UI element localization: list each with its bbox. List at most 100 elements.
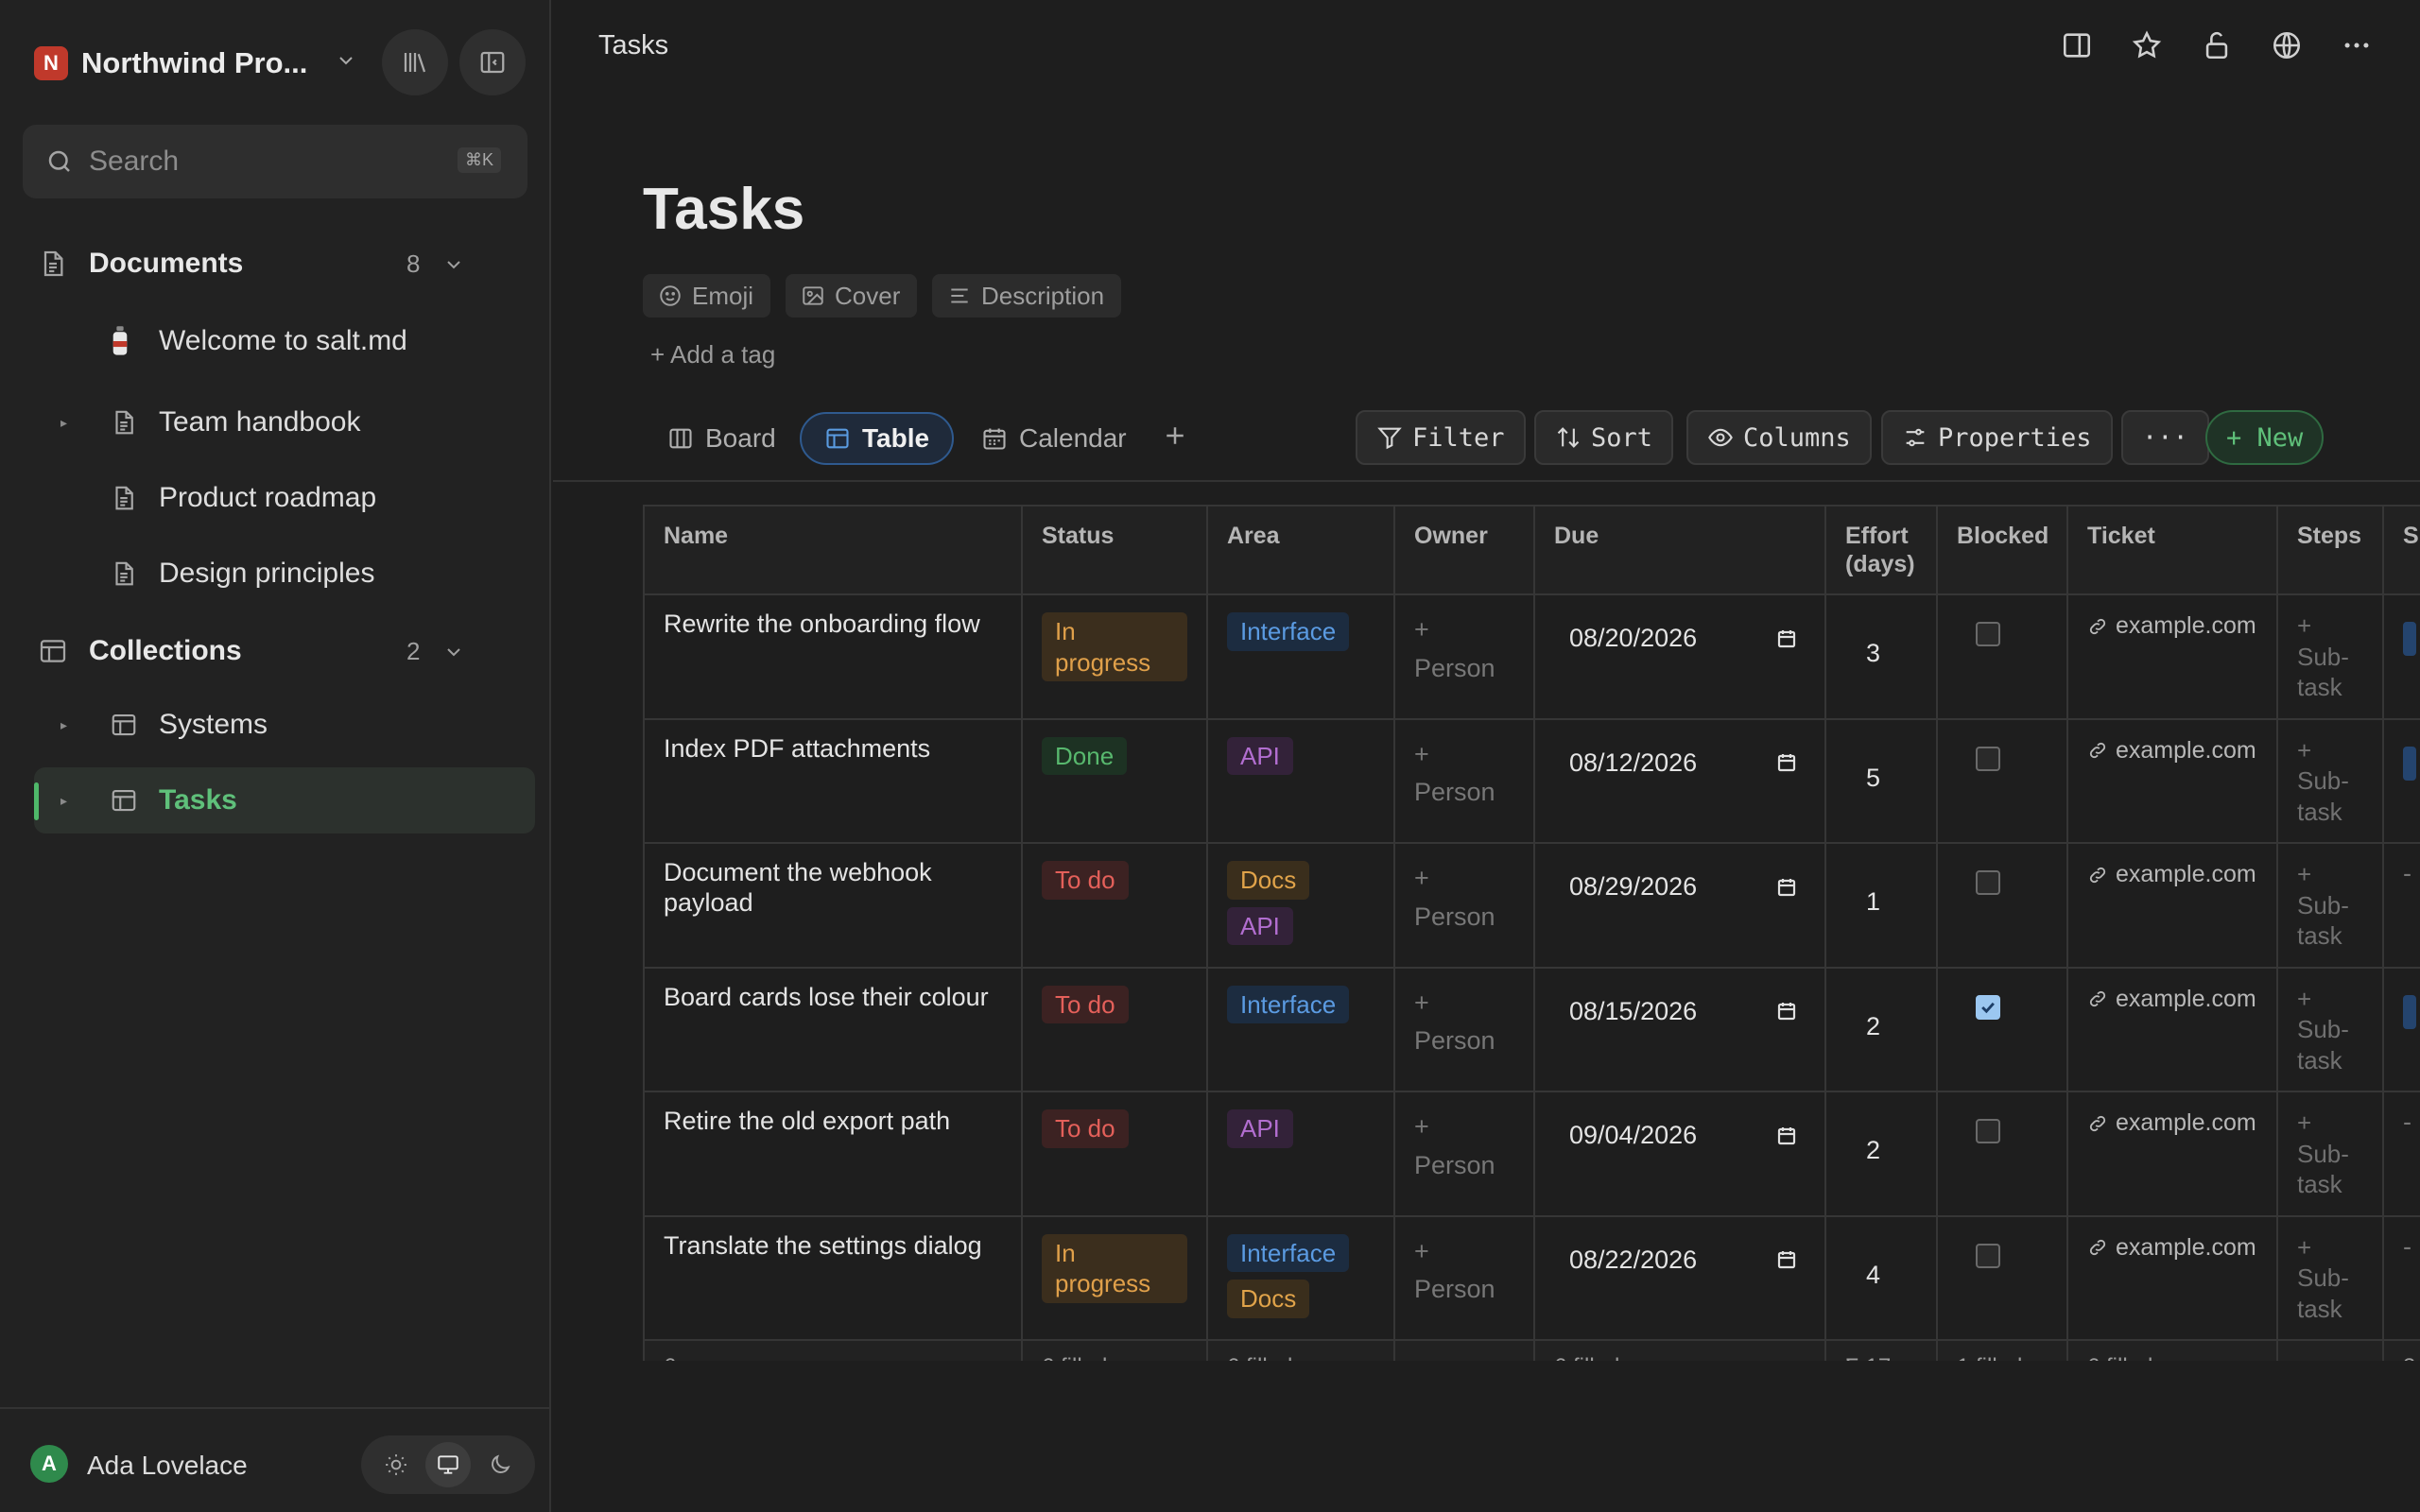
owner-cell[interactable]: + Person <box>1393 842 1535 969</box>
extra-cell[interactable]: - <box>2382 1091 2420 1217</box>
date-input[interactable]: 08/15/2026 <box>1554 984 1806 1026</box>
add-person-button[interactable]: + Person <box>1414 610 1514 687</box>
extra-cell[interactable] <box>2382 966 2420 1092</box>
workspace-switcher[interactable]: N Northwind Pro... <box>34 36 526 91</box>
area-tag[interactable]: API <box>1227 1109 1293 1148</box>
extra-cell[interactable]: - <box>2382 1214 2420 1341</box>
ticket-link[interactable]: example.com <box>2087 984 2257 1013</box>
collapse-sidebar-button[interactable] <box>459 29 526 95</box>
sidebar-item-systems[interactable]: ▸ Systems <box>34 692 535 758</box>
effort-cell[interactable]: 4 <box>1824 1214 1938 1341</box>
date-input[interactable]: 08/20/2026 <box>1554 610 1806 653</box>
publish-button[interactable] <box>2266 25 2308 66</box>
effort-cell[interactable]: 3 <box>1824 593 1938 720</box>
add-person-button[interactable]: + Person <box>1414 1108 1514 1184</box>
blocked-checkbox[interactable] <box>1976 746 2000 771</box>
table-row[interactable]: Board cards lose their colour To do Interf… <box>643 966 2420 1092</box>
add-subtask-button[interactable]: + Sub-task <box>2297 610 2363 703</box>
ticket-link[interactable]: example.com <box>2087 1108 2257 1137</box>
search-box[interactable]: ⌘K <box>23 125 527 198</box>
owner-cell[interactable]: + Person <box>1393 1214 1535 1341</box>
expand-triangle-icon[interactable]: ▸ <box>60 415 67 431</box>
filter-button[interactable]: Filter <box>1356 410 1526 465</box>
column-header-ticket[interactable]: Ticket <box>2066 505 2278 595</box>
due-cell[interactable]: 09/04/2026 <box>1533 1091 1826 1217</box>
system-theme-button[interactable] <box>424 1442 471 1487</box>
ticket-cell[interactable]: example.com <box>2066 717 2278 844</box>
collections-section-header[interactable]: Collections 2 <box>38 627 482 675</box>
add-subtask-button[interactable]: + Sub-task <box>2297 1232 2363 1325</box>
due-cell[interactable]: 08/22/2026 <box>1533 1214 1826 1341</box>
dark-theme-button[interactable] <box>477 1442 523 1487</box>
area-tag[interactable]: Docs <box>1227 1280 1310 1318</box>
tab-table[interactable]: Table <box>800 412 955 465</box>
blocked-checkbox[interactable] <box>1976 1119 2000 1143</box>
status-cell[interactable]: In progress <box>1021 1214 1208 1341</box>
add-subtask-button[interactable]: + Sub-task <box>2297 984 2363 1076</box>
add-person-button[interactable]: + Person <box>1414 1232 1514 1309</box>
properties-button[interactable]: Properties <box>1881 410 2113 465</box>
column-header-status[interactable]: Status <box>1021 505 1208 595</box>
area-cell[interactable]: Interface <box>1206 593 1395 720</box>
steps-cell[interactable]: + Sub-task <box>2276 1091 2384 1217</box>
documents-section-header[interactable]: Documents 8 <box>38 240 482 287</box>
columns-button[interactable]: Columns <box>1686 410 1872 465</box>
area-cell[interactable]: API <box>1206 1091 1395 1217</box>
column-header-area[interactable]: Area <box>1206 505 1395 595</box>
column-header-steps[interactable]: Steps <box>2276 505 2384 595</box>
sidebar-item-team-handbook[interactable]: ▸ Team handbook <box>34 389 535 455</box>
table-row[interactable]: Document the webhook payload To do Docs API… <box>643 842 2420 969</box>
add-view-button[interactable] <box>1161 421 1189 450</box>
lock-button[interactable] <box>2196 25 2238 66</box>
new-row-button[interactable]: + New <box>2205 410 2325 465</box>
due-cell[interactable]: 08/15/2026 <box>1533 966 1826 1092</box>
area-cell[interactable]: Interface Docs <box>1206 1214 1395 1341</box>
area-cell[interactable]: Interface <box>1206 966 1395 1092</box>
date-input[interactable]: 08/12/2026 <box>1554 735 1806 778</box>
expand-triangle-icon[interactable]: ▸ <box>60 717 67 733</box>
ticket-cell[interactable]: example.com <box>2066 593 2278 720</box>
user-name[interactable]: Ada Lovelace <box>87 1451 248 1481</box>
tab-calendar[interactable]: Calendar <box>959 412 1150 465</box>
date-input[interactable]: 08/29/2026 <box>1554 859 1806 902</box>
status-cell[interactable]: To do <box>1021 842 1208 969</box>
expand-triangle-icon[interactable]: ▸ <box>60 793 67 809</box>
ticket-cell[interactable]: example.com <box>2066 966 2278 1092</box>
area-tag[interactable]: Interface <box>1227 1233 1350 1272</box>
more-view-options-button[interactable]: ··· <box>2121 410 2209 465</box>
ticket-cell[interactable]: example.com <box>2066 842 2278 969</box>
date-input[interactable]: 09/04/2026 <box>1554 1108 1806 1150</box>
column-header-effort[interactable]: Effort (days) <box>1824 505 1938 595</box>
sidebar-item-welcome[interactable]: Welcome to salt.md <box>34 308 535 374</box>
blocked-checkbox[interactable] <box>1976 622 2000 646</box>
library-button[interactable] <box>382 29 448 95</box>
owner-cell[interactable]: + Person <box>1393 966 1535 1092</box>
name-cell[interactable]: Retire the old export path <box>643 1091 1023 1217</box>
date-input[interactable]: 08/22/2026 <box>1554 1232 1806 1275</box>
add-description-button[interactable]: Description <box>932 274 1122 318</box>
owner-cell[interactable]: + Person <box>1393 717 1535 844</box>
ticket-link[interactable]: example.com <box>2087 610 2257 640</box>
ticket-link[interactable]: example.com <box>2087 859 2257 888</box>
status-cell[interactable]: To do <box>1021 1091 1208 1217</box>
name-cell[interactable]: Document the webhook payload <box>643 842 1023 969</box>
owner-cell[interactable]: + Person <box>1393 593 1535 720</box>
add-person-button[interactable]: + Person <box>1414 735 1514 812</box>
effort-cell[interactable]: 1 <box>1824 842 1938 969</box>
column-header-blocked[interactable]: Blocked <box>1936 505 2068 595</box>
column-header-owner[interactable]: Owner <box>1393 505 1535 595</box>
due-cell[interactable]: 08/20/2026 <box>1533 593 1826 720</box>
avatar[interactable]: A <box>30 1445 68 1483</box>
steps-cell[interactable]: + Sub-task <box>2276 1214 2384 1341</box>
steps-cell[interactable]: + Sub-task <box>2276 966 2384 1092</box>
table-row[interactable]: Translate the settings dialog In progress… <box>643 1214 2420 1341</box>
column-header-due[interactable]: Due <box>1533 505 1826 595</box>
search-input[interactable] <box>89 146 448 178</box>
due-cell[interactable]: 08/29/2026 <box>1533 842 1826 969</box>
area-tag[interactable]: API <box>1227 906 1293 945</box>
table-row[interactable]: Rewrite the onboarding flow In progress In… <box>643 593 2420 720</box>
blocked-checkbox[interactable] <box>1976 870 2000 895</box>
sidebar-item-design-principles[interactable]: Design principles <box>34 541 535 607</box>
breadcrumb[interactable]: Tasks <box>598 30 668 61</box>
ticket-cell[interactable]: example.com <box>2066 1214 2278 1341</box>
